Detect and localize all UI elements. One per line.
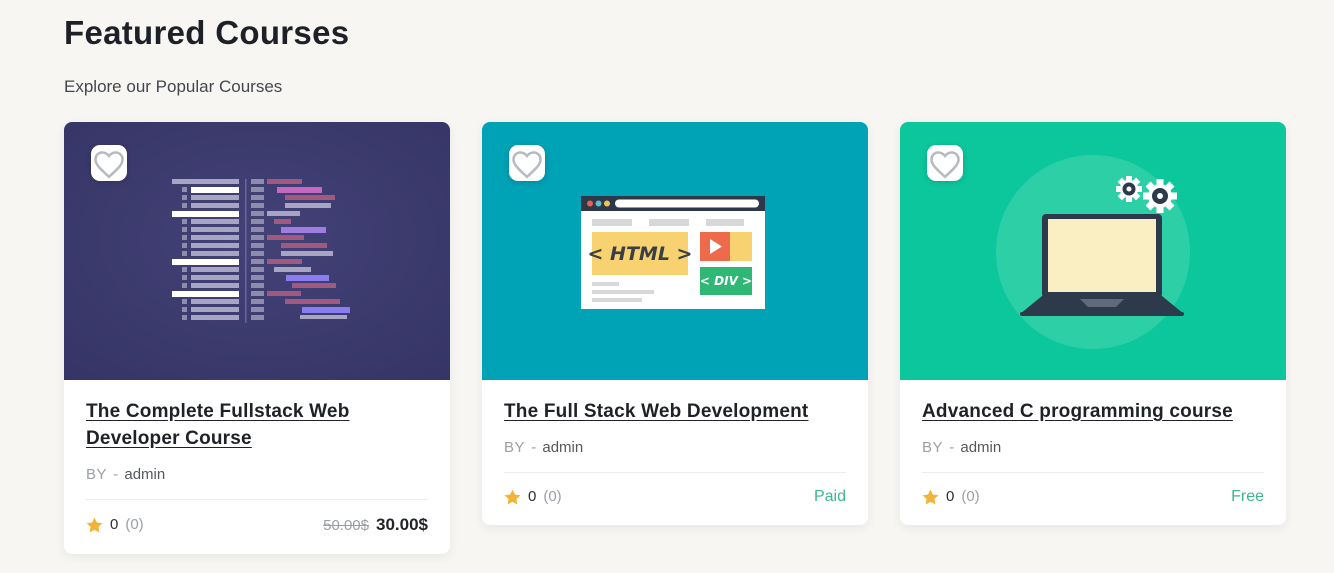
course-title-link[interactable]: The Full Stack Web Development [504,399,846,426]
course-author: admin [960,438,1002,456]
by-separator: - [531,438,537,456]
course-rating: 0 (0) [86,516,144,533]
course-title-link[interactable]: The Complete Fullstack Web Developer Cou… [86,399,428,453]
course-rating: 0 (0) [922,488,980,505]
course-card-body: The Full Stack Web Development BY - admi… [482,380,868,525]
star-icon [922,489,939,505]
course-price: 50.00$ 30.00$ [323,515,428,535]
featured-courses-section: Featured Courses Explore our Popular Cou… [0,0,1334,554]
course-card: The Complete Fullstack Web Developer Cou… [64,122,450,554]
course-card-body: Advanced C programming course BY - admin… [900,380,1286,525]
course-byline: BY - admin [504,439,846,456]
wishlist-button[interactable] [91,145,127,181]
page-title: Featured Courses [64,14,350,51]
course-byline: BY - admin [86,466,428,483]
course-thumbnail[interactable] [900,122,1286,380]
course-author: admin [542,438,584,456]
course-title-link[interactable]: Advanced C programming course [922,399,1264,426]
heart-icon [930,151,960,179]
course-rating: 0 (0) [504,488,562,505]
div-tag-label: < DIV > [700,274,752,288]
price-old: 50.00$ [323,516,369,534]
course-card-footer: 0 (0) 50.00$ 30.00$ [86,498,428,554]
html-tag-label: < HTML > [588,243,693,265]
by-label: BY [922,438,944,456]
star-icon [86,517,103,533]
price-badge: Free [1231,487,1264,505]
rating-count: (0) [543,488,562,506]
heart-icon [512,151,542,179]
course-card-footer: 0 (0) Paid [504,471,846,525]
course-card-grid: The Complete Fullstack Web Developer Cou… [64,122,1286,554]
wishlist-button[interactable] [509,145,545,181]
rating-value: 0 [528,488,537,506]
course-card: Advanced C programming course BY - admin… [900,122,1286,525]
page-subtitle: Explore our Popular Courses [64,77,283,96]
course-card-footer: 0 (0) Free [922,471,1264,525]
rating-count: (0) [125,516,144,534]
by-label: BY [86,465,108,483]
wishlist-button[interactable] [927,145,963,181]
rating-value: 0 [110,516,119,534]
course-author: admin [124,465,166,483]
heart-icon [94,151,124,179]
by-separator: - [949,438,955,456]
star-icon [504,489,521,505]
by-label: BY [504,438,526,456]
laptop-icon [1020,214,1184,316]
rating-value: 0 [946,488,955,506]
by-separator: - [113,465,119,483]
price-current: 30.00$ [376,514,428,534]
course-thumbnail[interactable]: < HTML > < DIV > [482,122,868,380]
course-card: < HTML > < DIV > The Full Stack Web Deve… [482,122,868,525]
course-card-body: The Complete Fullstack Web Developer Cou… [64,380,450,554]
course-thumbnail[interactable] [64,122,450,380]
course-byline: BY - admin [922,439,1264,456]
price-badge: Paid [813,487,846,505]
rating-count: (0) [961,488,980,506]
